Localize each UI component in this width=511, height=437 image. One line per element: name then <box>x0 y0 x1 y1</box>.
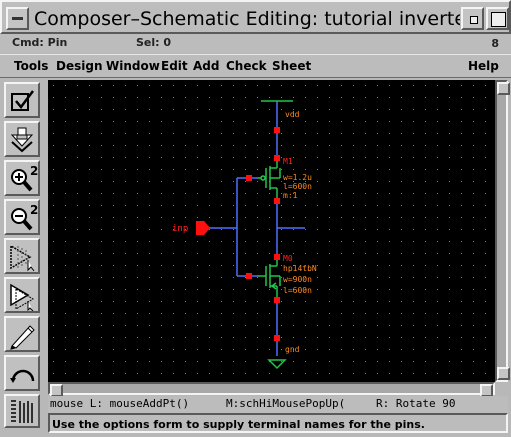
menu-window[interactable]: Window <box>106 59 160 73</box>
command-status-bar: Cmd: Pin Sel: 0 8 <box>0 34 511 53</box>
zoom-out-icon: 2 <box>11 203 38 231</box>
undo-arc-icon <box>10 369 35 383</box>
wire-pencil-icon <box>10 325 35 350</box>
current-command: Cmd: Pin <box>12 36 68 49</box>
prompt-message: Use the options form to supply terminal … <box>52 418 425 431</box>
title-bar[interactable]: Composer–Schematic Editing: tutorial inv… <box>0 0 511 34</box>
property-grid-icon <box>11 400 33 423</box>
menu-tools[interactable]: Tools <box>14 59 48 73</box>
menu-sheet[interactable]: Sheet <box>272 59 311 73</box>
schematic-canvas[interactable]: vdd gnd inp M1 w=1.2u l=600n m:1 M0 hp14… <box>48 80 495 382</box>
window-title: Composer–Schematic Editing: tutorial inv… <box>34 8 460 30</box>
scroll-down-icon[interactable] <box>497 367 510 380</box>
zoom-in-tool[interactable]: 2 <box>4 160 40 196</box>
prompt-bar: Use the options form to supply terminal … <box>48 413 508 433</box>
copy-tool[interactable] <box>4 277 40 313</box>
vdd-label: vdd <box>285 110 300 119</box>
zoom-in-icon: 2 <box>11 164 38 192</box>
menu-check[interactable]: Check <box>226 59 267 73</box>
window-menu-icon[interactable] <box>6 7 29 30</box>
menu-help[interactable]: Help <box>468 59 499 73</box>
schematic-drawing[interactable]: vdd gnd inp M1 w=1.2u l=600n m:1 M0 hp14… <box>48 80 495 382</box>
zoom-out-tool[interactable]: 2 <box>4 199 40 235</box>
mouse-left-binding: mouse L: mouseAddPt() <box>50 397 190 410</box>
menu-design[interactable]: Design <box>56 59 103 73</box>
checkmark-icon <box>11 90 34 111</box>
m1-gate-pin <box>246 175 252 181</box>
command-number: 8 <box>491 37 499 50</box>
m1-param-length: l=600n <box>283 182 312 191</box>
copy-icon <box>10 283 34 311</box>
save-tool[interactable] <box>4 121 40 157</box>
menu-bar: Tools Design Window Edit Add Check Sheet… <box>0 54 511 78</box>
svg-text:2: 2 <box>30 164 38 178</box>
m0-gate-pin <box>246 273 252 279</box>
gnd-label: gnd <box>285 345 300 354</box>
maximize-icon[interactable] <box>486 7 509 30</box>
m1-drain-pin <box>274 198 280 204</box>
stretch-tool[interactable] <box>4 238 40 274</box>
property-tool[interactable] <box>4 394 40 428</box>
menu-add[interactable]: Add <box>193 59 219 73</box>
m0-param-width: w=900n <box>283 275 312 284</box>
mouse-middle-binding: M:schHiMousePopUp( <box>226 397 346 410</box>
vertical-scrollbar[interactable] <box>495 80 510 382</box>
grid <box>48 80 495 382</box>
m1-param-mult: m:1 <box>283 191 298 200</box>
mouse-right-binding: R: Rotate 90 <box>376 397 456 410</box>
m1-source-pin <box>274 155 280 161</box>
gnd-pin <box>274 335 280 341</box>
scroll-up-icon[interactable] <box>497 82 510 95</box>
minimize-icon[interactable] <box>461 7 484 30</box>
vdd-pin <box>274 127 280 133</box>
selection-count: Sel: 0 <box>136 36 172 49</box>
check-and-save-tool[interactable] <box>4 82 40 118</box>
stretch-icon <box>10 244 35 272</box>
input-label: inp <box>172 224 188 234</box>
wire-tool[interactable] <box>4 316 40 352</box>
menu-edit[interactable]: Edit <box>161 59 188 73</box>
m1-instance-name: M1 <box>283 157 293 166</box>
m0-model-name: hp14tbN <box>283 264 317 273</box>
mouse-bindings-bar: mouse L: mouseAddPt() M:schHiMousePopUp(… <box>48 396 508 413</box>
m0-source-pin <box>274 297 280 303</box>
m0-param-length: l=600n <box>283 286 312 295</box>
icon-toolbar: 2 2 <box>4 82 41 436</box>
m1-param-width: w=1.2u <box>283 173 312 182</box>
undo-tool[interactable] <box>4 355 40 391</box>
m0-instance-name: M0 <box>283 254 293 263</box>
horizontal-scrollbar[interactable] <box>48 382 495 397</box>
m0-drain-pin <box>274 254 280 260</box>
svg-text:2: 2 <box>30 203 38 217</box>
save-down-arrow-icon <box>10 127 34 153</box>
